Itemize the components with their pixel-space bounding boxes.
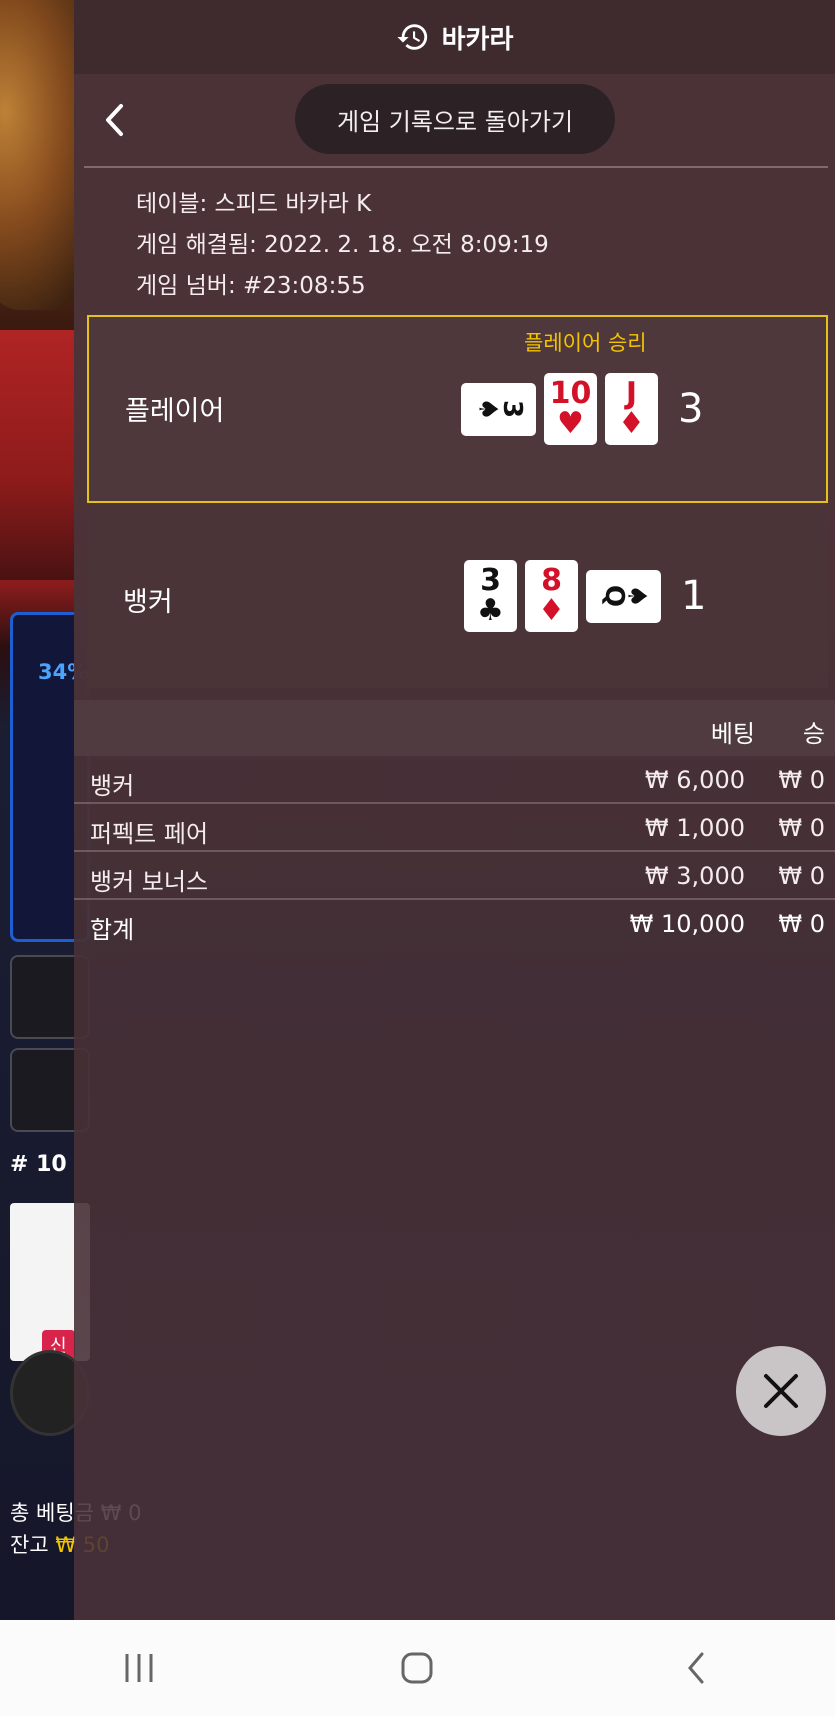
card: 8 ♦ <box>525 560 578 632</box>
back-to-history-button[interactable]: 게임 기록으로 돌아가기 <box>295 84 615 154</box>
recents-button[interactable] <box>109 1638 169 1698</box>
home-icon <box>401 1652 433 1684</box>
banker-cards: 3 ♣ 8 ♦ Q ♠ 1 <box>464 560 706 632</box>
bet-row: 뱅커 ₩ 6,000 ₩ 0 <box>74 756 835 804</box>
player-win-label: 플레이어 승리 <box>524 331 647 355</box>
column-header-bet: 베팅 <box>710 720 755 748</box>
player-score: 3 <box>678 386 704 432</box>
panel-header: 바카라 <box>74 0 835 74</box>
card: ♠ 3 <box>461 382 536 436</box>
banker-label: 뱅커 <box>123 587 173 618</box>
system-back-button[interactable] <box>666 1638 726 1698</box>
back-icon <box>687 1652 704 1684</box>
panel-title: 바카라 <box>441 24 514 55</box>
bets-table-header: 베팅 승 <box>74 700 835 756</box>
close-icon <box>764 1374 798 1408</box>
bet-total-row: 합계 ₩ 10,000 ₩ 0 <box>90 910 825 944</box>
game-history-panel: 바카라 게임 기록으로 돌아가기 테이블: 스피드 바카라 K 게임 해결됨: … <box>74 0 835 1620</box>
card: 3 ♣ <box>464 560 517 632</box>
player-label: 플레이어 <box>125 396 225 427</box>
home-button[interactable] <box>387 1638 447 1698</box>
card: 10 ♥ <box>544 373 597 445</box>
recents-icon <box>125 1654 153 1682</box>
bet-row: 뱅커 보너스 ₩ 3,000 ₩ 0 <box>74 852 835 900</box>
background-round-number: # 10 <box>10 1152 67 1177</box>
nav-row: 게임 기록으로 돌아가기 <box>74 74 835 168</box>
resolved-time: 게임 해결됨: 2022. 2. 18. 오전 8:09:19 <box>136 232 549 258</box>
bet-row: 퍼펙트 페어 ₩ 1,000 ₩ 0 <box>74 804 835 852</box>
system-navigation-bar <box>0 1620 835 1716</box>
divider <box>84 166 828 168</box>
player-result: 플레이어 승리 플레이어 ♠ 3 10 ♥ J ♦ 3 <box>87 315 828 503</box>
close-button[interactable] <box>736 1346 826 1436</box>
banker-result: 뱅커 3 ♣ 8 ♦ Q ♠ 1 <box>87 506 828 688</box>
history-icon <box>397 24 427 50</box>
chevron-left-icon <box>106 104 123 136</box>
table-name: 테이블: 스피드 바카라 K <box>136 191 372 217</box>
card: J ♦ <box>605 373 658 445</box>
game-info: 테이블: 스피드 바카라 K 게임 해결됨: 2022. 2. 18. 오전 8… <box>74 168 835 307</box>
player-cards: ♠ 3 10 ♥ J ♦ 3 <box>461 373 703 445</box>
back-button[interactable] <box>94 98 134 142</box>
banker-score: 1 <box>681 573 707 619</box>
column-header-win: 승 <box>802 720 825 748</box>
card: Q ♠ <box>586 569 661 623</box>
game-number: 게임 넘버: #23:08:55 <box>136 273 366 299</box>
